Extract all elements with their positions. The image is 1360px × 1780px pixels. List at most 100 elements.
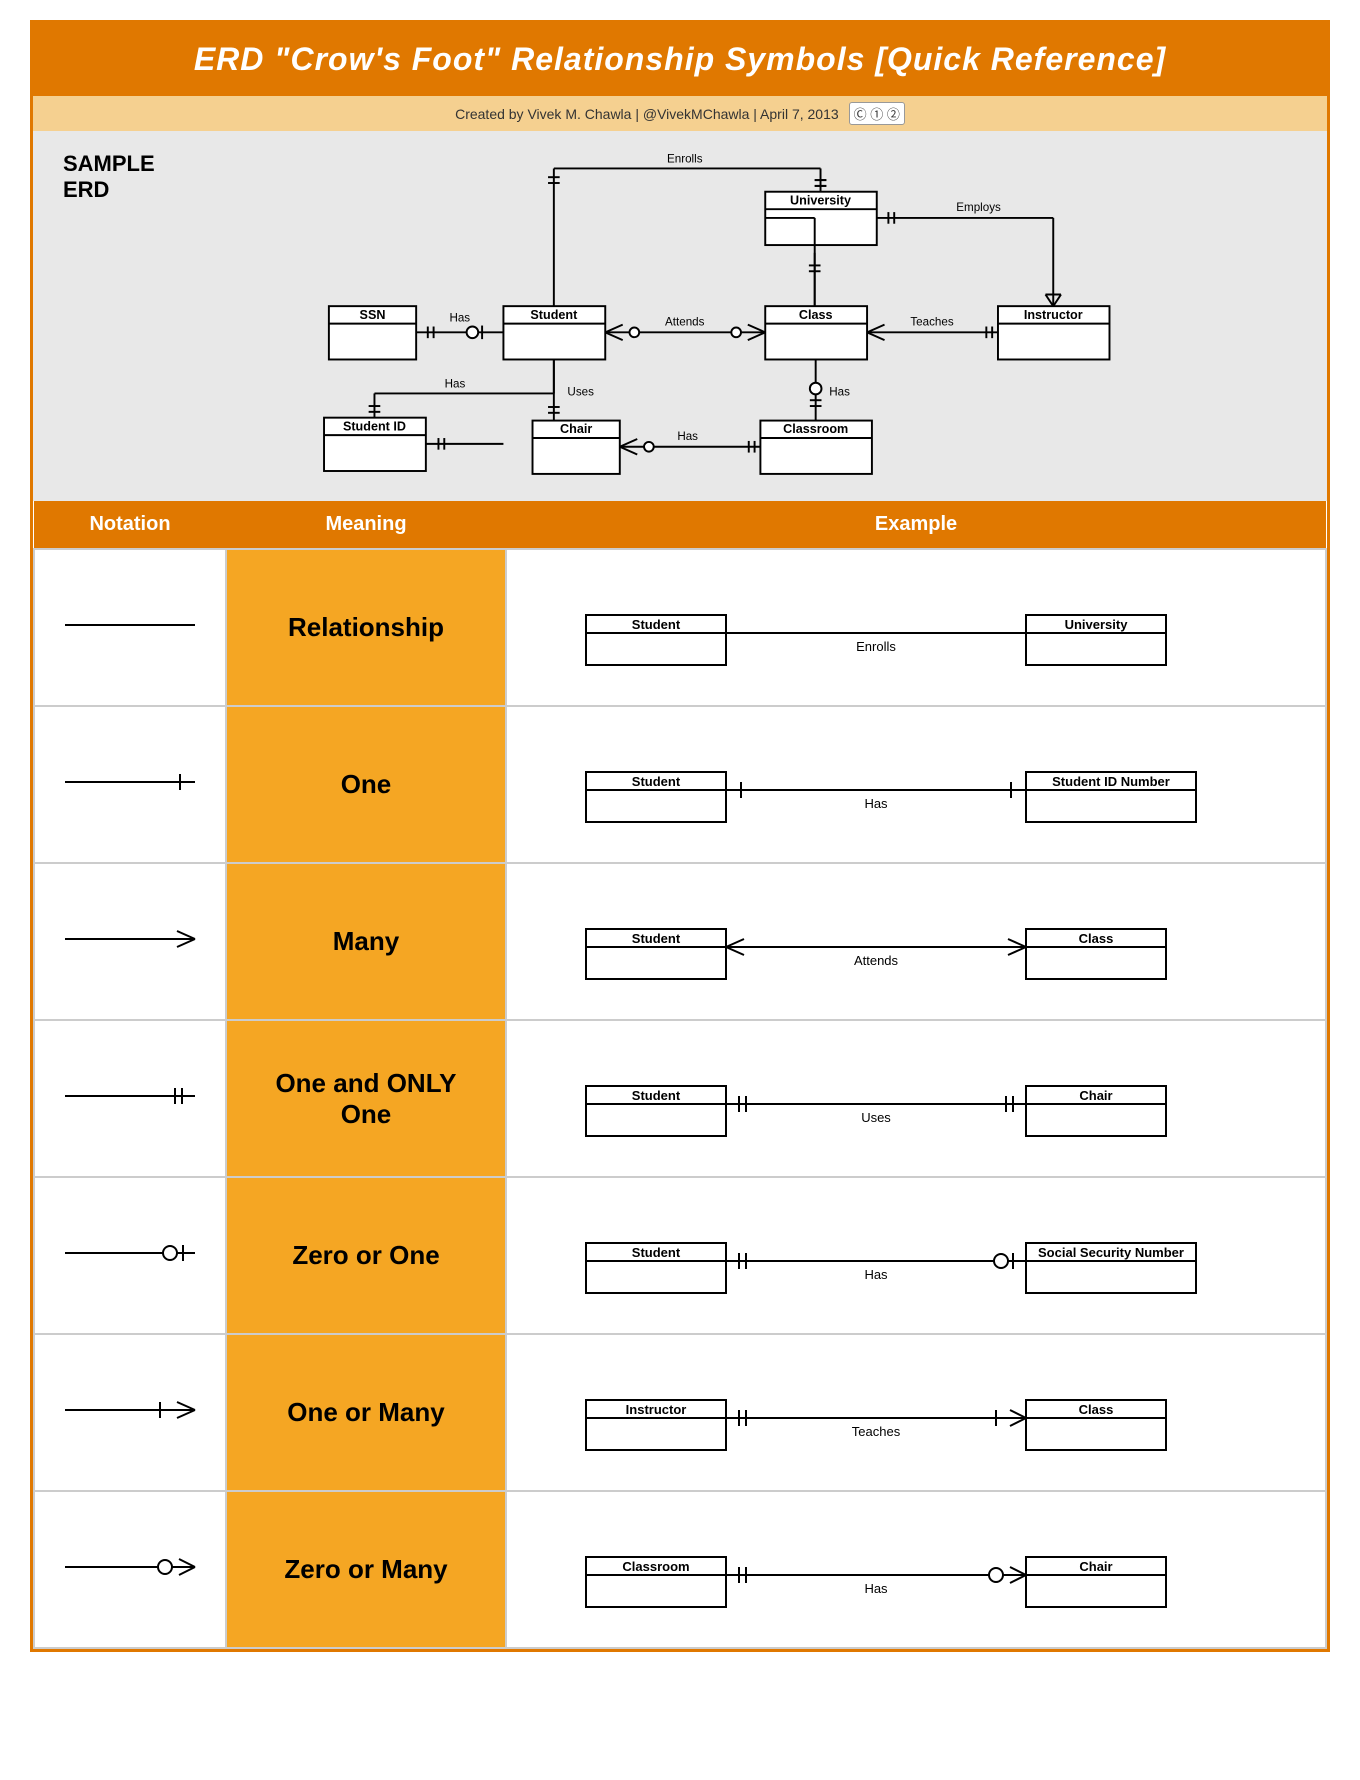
svg-text:Student: Student [632, 1088, 681, 1103]
example-svg: Student Social Security Number Has [566, 1198, 1266, 1308]
entity-classroom: Classroom [760, 421, 872, 474]
example-svg: Student University Enrolls [566, 570, 1266, 680]
svg-text:University: University [790, 193, 851, 207]
example-svg: Classroom Chair Has [566, 1512, 1266, 1622]
header-meaning: Meaning [226, 501, 506, 549]
entity-chair: Chair [532, 421, 619, 474]
svg-text:University: University [1065, 617, 1129, 632]
svg-text:Employs: Employs [956, 201, 1001, 214]
table-row: One and ONLY One Student Chair Uses [34, 1020, 1326, 1177]
example-cell: Student Chair Uses [506, 1020, 1326, 1177]
table-header-row: Notation Meaning Example [34, 501, 1326, 549]
svg-text:Classroom: Classroom [622, 1559, 689, 1574]
cc-badge: Ⓒ ① ② [849, 102, 905, 125]
notation-svg [55, 914, 205, 964]
example-svg: Student Class Attends [566, 884, 1266, 994]
svg-text:Chair: Chair [1079, 1559, 1112, 1574]
main-container: ERD "Crow's Foot" Relationship Symbols [… [30, 20, 1330, 1652]
meaning-cell: Many [226, 863, 506, 1020]
svg-text:Instructor: Instructor [626, 1402, 687, 1417]
svg-text:Has: Has [444, 378, 465, 391]
notation-svg [55, 757, 205, 807]
erd-section: SAMPLEERD SSN Student ID [33, 131, 1327, 501]
notation-cell [34, 863, 226, 1020]
erd-label: SAMPLEERD [63, 151, 155, 204]
notation-cell [34, 706, 226, 863]
example-svg: Student Chair Uses [566, 1041, 1266, 1151]
entity-class: Class [765, 306, 867, 359]
entity-student: Student [503, 306, 605, 359]
example-cell: Classroom Chair Has [506, 1491, 1326, 1648]
svg-text:Student ID Number: Student ID Number [1052, 774, 1170, 789]
svg-text:Class: Class [1079, 1402, 1114, 1417]
erd-svg: SSN Student ID Student [175, 151, 1297, 471]
svg-text:Chair: Chair [1079, 1088, 1112, 1103]
table-row: Zero or One Student Social Security Number… [34, 1177, 1326, 1334]
svg-text:Attends: Attends [854, 953, 899, 968]
notation-cell [34, 1020, 226, 1177]
notation-svg [55, 1385, 205, 1435]
notation-cell [34, 1177, 226, 1334]
table-row: Many Student Class Attends [34, 863, 1326, 1020]
table-row: Relationship Student University Enrolls [34, 549, 1326, 706]
notation-svg [55, 1542, 205, 1592]
svg-text:Chair: Chair [560, 422, 592, 436]
meaning-cell: One or Many [226, 1334, 506, 1491]
meaning-cell: Zero or One [226, 1177, 506, 1334]
subtitle-text: Created by Vivek M. Chawla | @VivekMChaw… [455, 106, 839, 122]
meaning-cell: Zero or Many [226, 1491, 506, 1648]
entity-instructor: Instructor [998, 306, 1110, 359]
notation-svg [55, 1228, 205, 1278]
svg-text:Uses: Uses [861, 1110, 891, 1125]
svg-text:Has: Has [864, 1581, 888, 1596]
svg-text:Enrolls: Enrolls [856, 639, 896, 654]
example-cell: Student University Enrolls [506, 549, 1326, 706]
reference-table: Notation Meaning Example Relationship Stu… [33, 501, 1327, 1649]
svg-text:Class: Class [799, 308, 833, 322]
example-cell: Student Class Attends [506, 863, 1326, 1020]
svg-text:Student: Student [530, 308, 578, 322]
example-svg: Student Student ID Number Has [566, 727, 1266, 837]
example-cell: Instructor Class Teaches [506, 1334, 1326, 1491]
title-bar: ERD "Crow's Foot" Relationship Symbols [… [33, 23, 1327, 96]
svg-text:Classroom: Classroom [783, 422, 848, 436]
example-cell: Student Social Security Number Has [506, 1177, 1326, 1334]
svg-text:Has: Has [864, 796, 888, 811]
entity-ssn: SSN [329, 306, 416, 359]
svg-text:Teaches: Teaches [910, 316, 953, 329]
svg-text:Teaches: Teaches [852, 1424, 901, 1439]
svg-text:Student: Student [632, 931, 681, 946]
svg-text:Class: Class [1079, 931, 1114, 946]
svg-text:Student: Student [632, 617, 681, 632]
notation-svg [55, 1071, 205, 1121]
header-notation: Notation [34, 501, 226, 549]
svg-text:Has: Has [864, 1267, 888, 1282]
header-example: Example [506, 501, 1326, 549]
notation-cell [34, 1491, 226, 1648]
meaning-cell: One [226, 706, 506, 863]
svg-text:Enrolls: Enrolls [667, 153, 703, 166]
table-row: Zero or Many Classroom Chair Has [34, 1491, 1326, 1648]
table-row: One Student Student ID Number Has [34, 706, 1326, 863]
svg-text:Has: Has [677, 430, 698, 443]
example-cell: Student Student ID Number Has [506, 706, 1326, 863]
notation-cell [34, 1334, 226, 1491]
meaning-cell: Relationship [226, 549, 506, 706]
notation-svg [55, 600, 205, 650]
svg-text:SSN: SSN [359, 308, 385, 322]
notation-cell [34, 549, 226, 706]
svg-text:Has: Has [829, 385, 850, 398]
svg-text:Attends: Attends [665, 316, 705, 329]
svg-text:Instructor: Instructor [1024, 308, 1083, 322]
svg-text:Student ID: Student ID [343, 419, 406, 433]
svg-text:Uses: Uses [567, 385, 594, 398]
svg-text:Has: Has [449, 312, 470, 325]
svg-text:Student: Student [632, 774, 681, 789]
example-svg: Instructor Class Teaches [566, 1355, 1266, 1465]
svg-text:Student: Student [632, 1245, 681, 1260]
table-row: One or Many Instructor Class Teaches [34, 1334, 1326, 1491]
subtitle-bar: Created by Vivek M. Chawla | @VivekMChaw… [33, 96, 1327, 131]
svg-text:Social Security Number: Social Security Number [1038, 1245, 1184, 1260]
entity-studentid: Student ID [324, 418, 426, 471]
meaning-cell: One and ONLY One [226, 1020, 506, 1177]
